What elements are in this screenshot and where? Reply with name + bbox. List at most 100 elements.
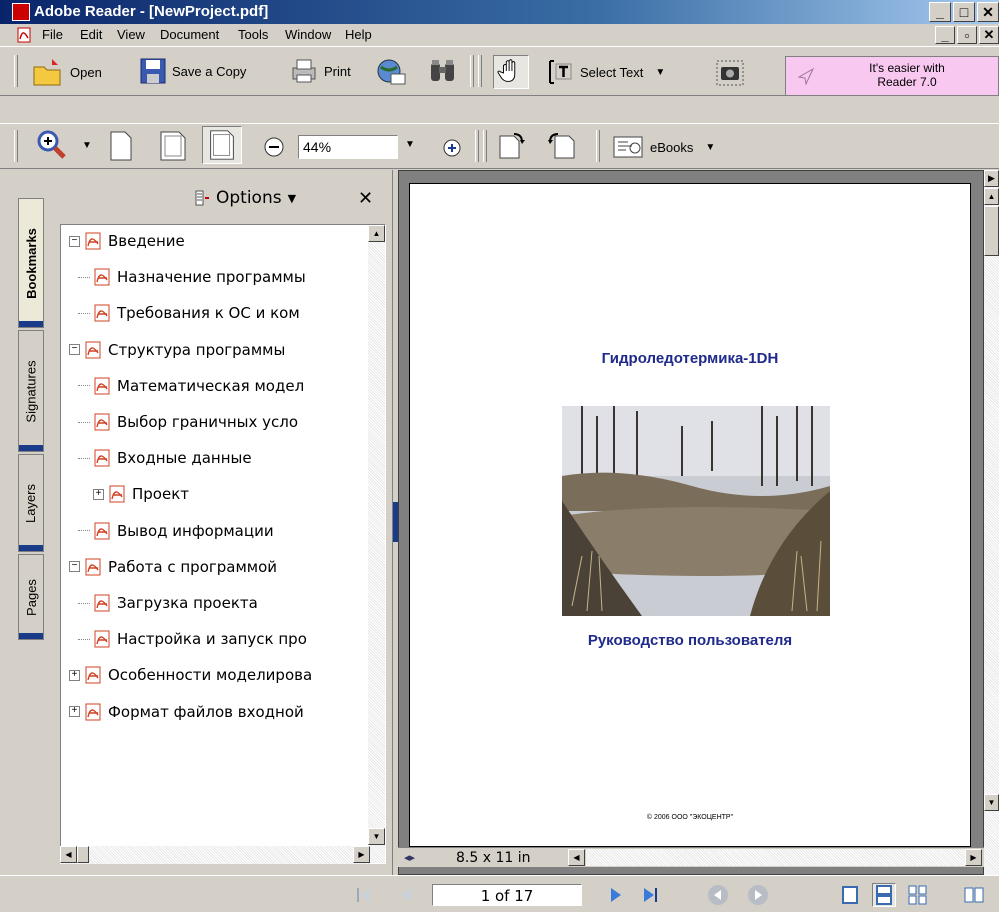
rotate-counterclockwise-icon[interactable] — [546, 128, 578, 162]
email-globe-icon[interactable] — [375, 57, 407, 87]
doc-close-button[interactable]: ✕ — [979, 26, 999, 44]
doc-scroll-right-button[interactable]: ▶ — [965, 849, 982, 866]
maximize-button[interactable]: □ — [953, 2, 975, 22]
bookmark-item[interactable]: Математическая модел — [78, 374, 304, 398]
doc-scroll-left-button[interactable]: ◀ — [568, 849, 585, 866]
toolbar-grip-2[interactable] — [470, 55, 474, 87]
bookmark-item[interactable]: Требования к ОС и ком — [78, 301, 300, 325]
ebooks-dropdown-icon[interactable]: ▼ — [705, 142, 715, 153]
close-window-button[interactable]: ✕ — [977, 2, 999, 22]
next-view-button[interactable] — [746, 883, 770, 907]
bookmark-item[interactable]: Входные данные — [78, 446, 252, 470]
menu-view[interactable]: View — [117, 27, 145, 42]
scroll-thumb[interactable] — [77, 846, 89, 863]
bookmark-item[interactable]: + Проект — [93, 482, 189, 506]
doc-scroll-thumb[interactable] — [984, 206, 999, 256]
pdf-document-icon — [17, 27, 31, 43]
split-arrows-icon[interactable]: ◂▸ — [404, 851, 415, 864]
zoom-in-tool-icon[interactable] — [34, 128, 74, 162]
page-number-input[interactable]: 1 of 17 — [432, 884, 582, 906]
tab-signatures[interactable]: Signatures — [18, 330, 44, 452]
toolbar-grip-6[interactable] — [483, 130, 487, 162]
options-menu-button[interactable]: Options ▼ — [194, 188, 296, 208]
bookmark-item[interactable]: Настройка и запуск про — [78, 627, 307, 651]
document-view: Гидроледотермика-1DH Руководство пользов… — [398, 170, 984, 875]
bookmark-item[interactable]: − Работа с программой — [69, 555, 277, 579]
expand-icon[interactable]: + — [69, 706, 80, 718]
bookmark-item[interactable]: − Введение — [69, 229, 185, 253]
first-page-button[interactable] — [352, 883, 376, 907]
continuous-facing-layout-button[interactable] — [962, 883, 986, 907]
select-text-dropdown-icon[interactable]: ▼ — [655, 67, 665, 78]
scroll-down-button[interactable]: ▼ — [368, 828, 385, 845]
scroll-up-button[interactable]: ▲ — [368, 225, 385, 242]
bookmark-item[interactable]: + Особенности моделирова — [69, 663, 312, 687]
open-button[interactable]: Open — [32, 57, 102, 87]
zoom-out-icon[interactable] — [263, 136, 285, 158]
tab-layers[interactable]: Layers — [18, 454, 44, 552]
tab-pages[interactable]: Pages — [18, 554, 44, 640]
collapse-icon[interactable]: − — [69, 344, 80, 356]
fit-width-icon[interactable] — [202, 126, 242, 164]
scroll-left-button[interactable]: ◀ — [60, 846, 77, 863]
bookmark-item[interactable]: Загрузка проекта — [78, 591, 258, 615]
bookmarks-vertical-scrollbar[interactable]: ▲ ▼ — [368, 225, 385, 863]
tab-bookmarks[interactable]: Bookmarks — [18, 198, 44, 328]
minimize-button[interactable]: _ — [929, 2, 951, 22]
previous-view-button[interactable] — [706, 883, 730, 907]
pdf-page[interactable]: Гидроледотермика-1DH Руководство пользов… — [409, 183, 971, 847]
collapse-icon[interactable]: − — [69, 561, 80, 573]
toolbar-grip-3[interactable] — [478, 55, 482, 87]
actual-size-icon[interactable] — [108, 130, 134, 162]
bookmark-item[interactable]: Назначение программы — [78, 265, 306, 289]
menu-window[interactable]: Window — [285, 27, 331, 42]
binoculars-search-icon[interactable] — [428, 57, 458, 87]
bookmark-item[interactable]: Выбор граничных усло — [78, 410, 298, 434]
continuous-layout-button[interactable] — [872, 883, 896, 907]
menu-help[interactable]: Help — [345, 27, 372, 42]
single-page-layout-button[interactable] — [838, 883, 862, 907]
page-nav-arrow-icon[interactable]: ▶ — [984, 170, 999, 187]
zoom-dropdown-icon[interactable]: ▼ — [405, 139, 415, 150]
bookmarks-horizontal-scrollbar[interactable]: ◀ ▶ — [60, 846, 370, 864]
doc-scroll-up-button[interactable]: ▲ — [984, 188, 999, 205]
toolbar-grip[interactable] — [14, 55, 18, 87]
select-text-button[interactable]: Select Text ▼ — [548, 59, 665, 85]
menu-tools[interactable]: Tools — [238, 27, 268, 42]
menu-document[interactable]: Document — [160, 27, 219, 42]
previous-page-button[interactable] — [394, 883, 418, 907]
document-vertical-scrollbar[interactable]: ▶ ▲ ▼ — [984, 170, 999, 875]
toolbar-grip-4[interactable] — [14, 130, 18, 162]
bookmark-item[interactable]: + Формат файлов входной — [69, 700, 304, 724]
toolbar-grip-5[interactable] — [475, 130, 479, 162]
menu-edit[interactable]: Edit — [80, 27, 102, 42]
zoom-level-input[interactable]: 44% — [298, 135, 398, 159]
doc-hscroll-track[interactable] — [586, 849, 966, 866]
menu-file[interactable]: File — [42, 27, 63, 42]
rotate-clockwise-icon[interactable] — [496, 128, 528, 162]
page-size-label: 8.5 x 11 in — [456, 850, 531, 866]
bookmark-item[interactable]: Вывод информации — [78, 519, 274, 543]
print-button[interactable]: Print — [290, 57, 351, 85]
ebooks-button[interactable]: eBooks ▼ — [612, 134, 715, 160]
snapshot-camera-icon[interactable] — [715, 59, 745, 87]
expand-icon[interactable]: + — [69, 669, 80, 681]
reader-upgrade-banner[interactable]: It's easier with Reader 7.0 — [785, 56, 999, 96]
doc-scroll-down-button[interactable]: ▼ — [984, 794, 999, 811]
next-page-button[interactable] — [604, 883, 628, 907]
toolbar-grip-7[interactable] — [596, 130, 600, 162]
fit-page-icon[interactable] — [158, 130, 188, 162]
zoom-in-icon[interactable] — [442, 138, 462, 158]
bookmark-item[interactable]: − Структура программы — [69, 338, 285, 362]
facing-layout-button[interactable] — [906, 883, 930, 907]
doc-restore-button[interactable]: ▫ — [957, 26, 977, 44]
doc-minimize-button[interactable]: _ — [935, 26, 955, 44]
close-panel-icon[interactable]: ✕ — [358, 188, 373, 209]
last-page-button[interactable] — [638, 883, 662, 907]
hand-tool-icon[interactable] — [493, 55, 529, 89]
scroll-right-button[interactable]: ▶ — [353, 846, 370, 863]
zoom-tool-dropdown-icon[interactable]: ▼ — [82, 140, 92, 151]
save-copy-button[interactable]: Save a Copy — [140, 57, 246, 85]
collapse-icon[interactable]: − — [69, 235, 80, 247]
expand-icon[interactable]: + — [93, 488, 104, 500]
